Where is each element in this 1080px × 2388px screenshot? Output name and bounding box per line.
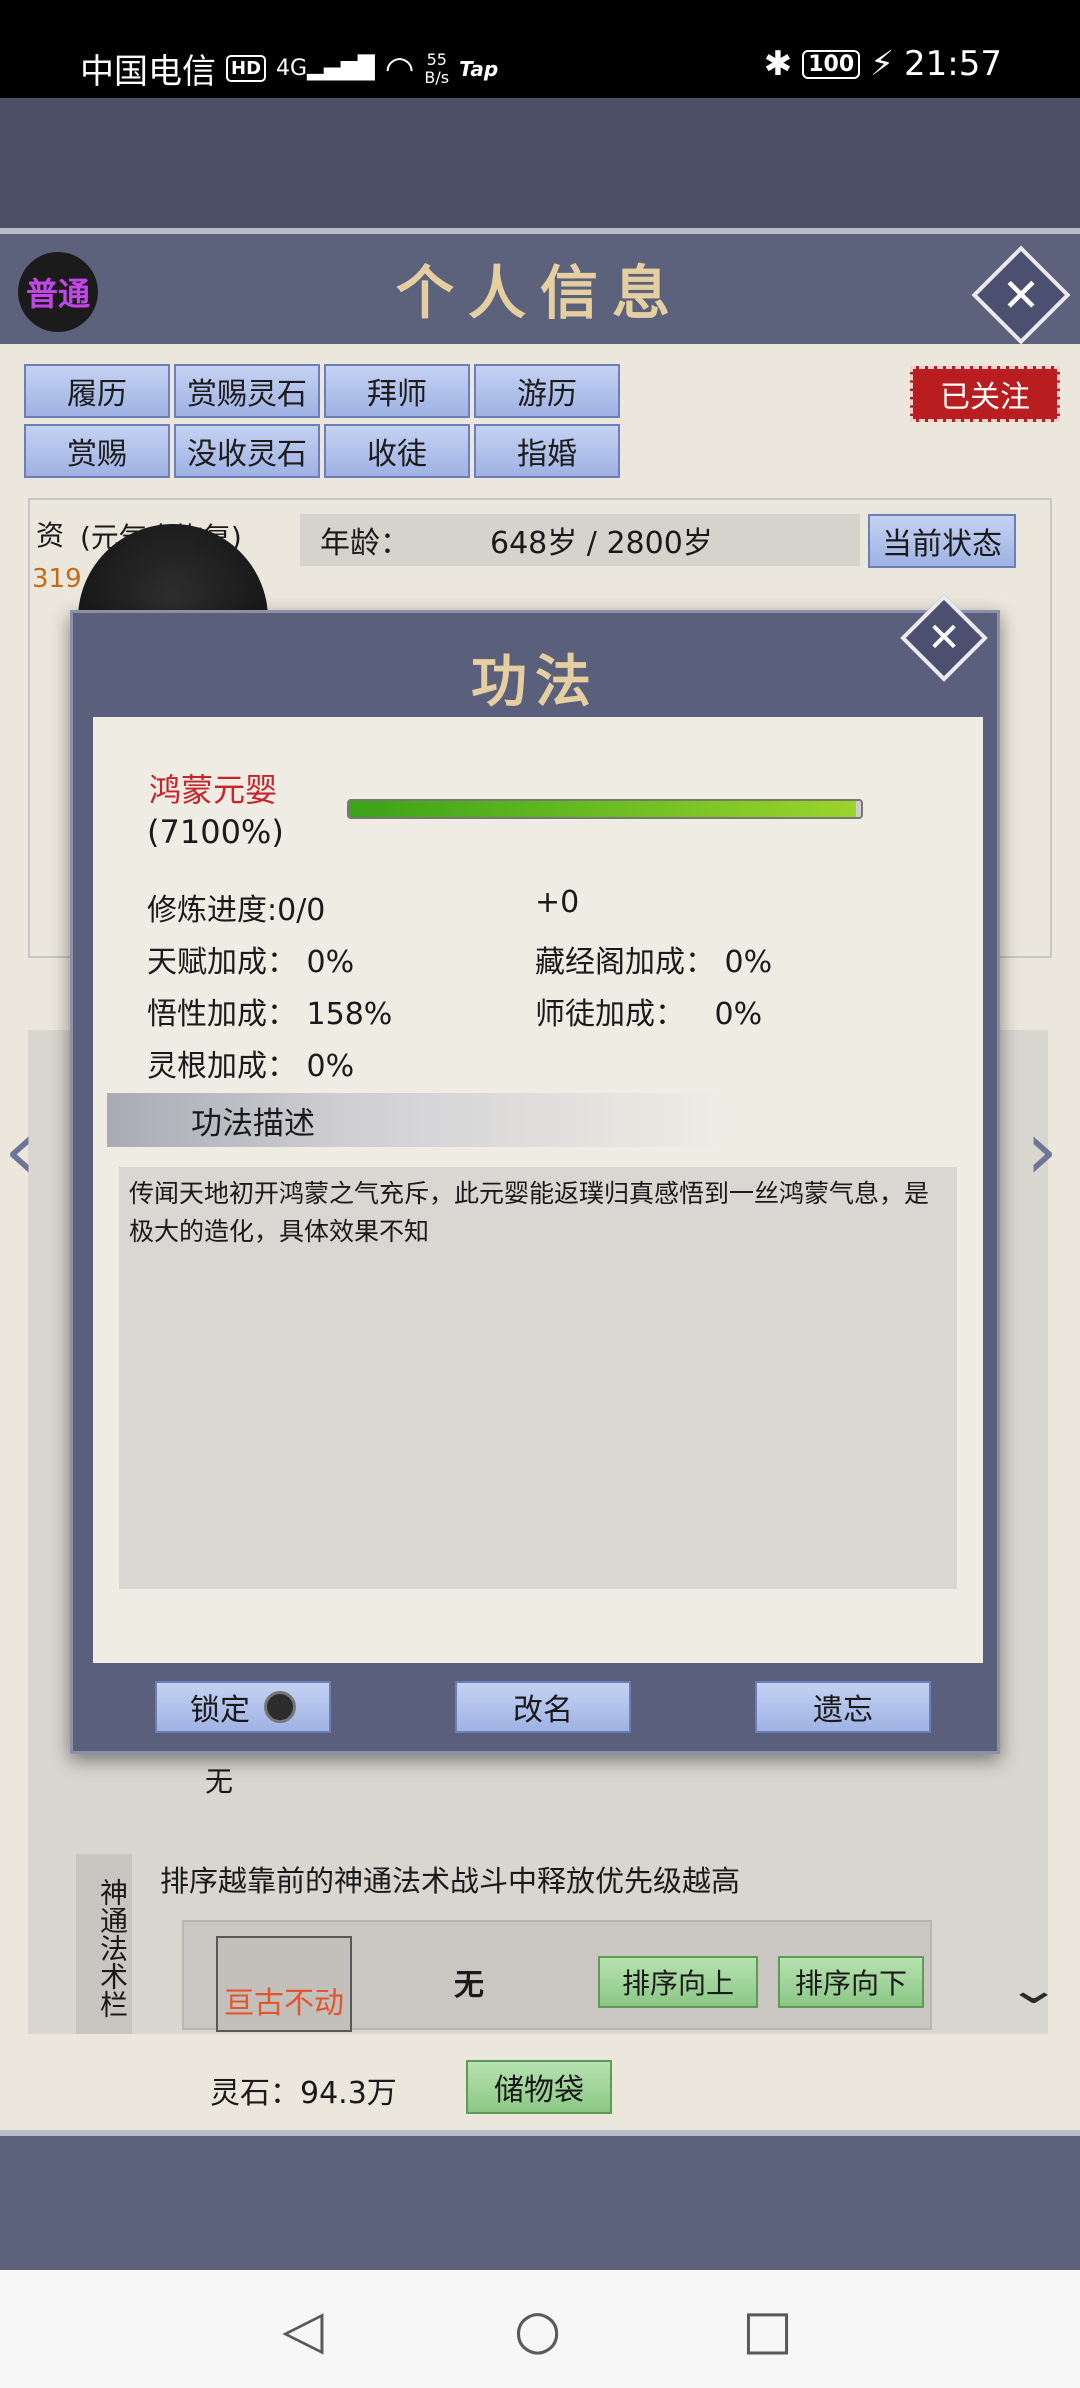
skill-percent: (7100%) <box>147 813 284 851</box>
storage-bag-button[interactable]: 储物袋 <box>466 2060 612 2114</box>
age-label: 年龄： <box>320 526 410 561</box>
forget-button[interactable]: 遗忘 <box>755 1681 931 1733</box>
hd-icon: HD <box>226 55 267 82</box>
talent-value: 0% <box>306 945 355 980</box>
insight-label: 悟性加成： <box>147 997 297 1032</box>
skill-modal: 功法 ✕ 鸿蒙元婴 (7100%) 修炼进度:0/0 +0 天赋加成： 0% 藏… <box>70 594 1000 1754</box>
sort-up-button[interactable]: 排序向上 <box>598 1956 758 2008</box>
apprentice-to-button[interactable]: 拜师 <box>324 364 470 418</box>
bottom-band <box>0 2130 1080 2270</box>
age-row: 年龄： 648岁 / 2800岁 <box>300 514 860 566</box>
reward-button[interactable]: 赏赐 <box>24 424 170 478</box>
charging-icon: ⚡ <box>870 44 895 84</box>
arrange-marriage-button[interactable]: 指婚 <box>474 424 620 478</box>
lock-button[interactable]: 锁定 <box>155 1681 331 1733</box>
title-bar: 普通 个人信息 ✕ <box>0 228 1080 345</box>
home-icon[interactable]: ○ <box>514 2298 561 2361</box>
close-icon: ✕ <box>1001 268 1041 322</box>
library-value: 0% <box>724 945 773 980</box>
status-right: ✱ 100 ⚡ 21:57 <box>764 44 1002 84</box>
description-header: 功法描述 <box>107 1093 727 1147</box>
status-left: 中国电信 HD 4G▂▄▆█ ◠ 55 B/s Tap <box>80 44 498 93</box>
network-type: 4G <box>276 56 308 81</box>
page-title: 个人信息 <box>395 259 684 327</box>
app-tag: Tap <box>459 56 499 81</box>
speed-value: 55 <box>426 49 447 69</box>
speed-unit: B/s <box>424 67 450 87</box>
root-stat: 灵根加成： 0% <box>147 1041 354 1085</box>
talent-stat: 天赋加成： 0% <box>147 937 354 981</box>
resource-label: 资 <box>36 519 65 552</box>
followed-button[interactable]: 已关注 <box>910 366 1060 422</box>
mentor-value: 0% <box>714 997 763 1032</box>
library-stat: 藏经阁加成： 0% <box>535 937 772 981</box>
modal-title: 功法 <box>471 649 599 715</box>
current-status-button[interactable]: 当前状态 <box>868 514 1016 568</box>
bluetooth-icon: ✱ <box>763 44 793 84</box>
progress-label: 修炼进度: <box>147 893 278 928</box>
next-arrow-icon[interactable]: › <box>1026 1104 1058 1197</box>
modal-content: 鸿蒙元婴 (7100%) 修炼进度:0/0 +0 天赋加成： 0% 藏经阁加成：… <box>93 717 983 1663</box>
skill-progress-bar <box>347 799 863 819</box>
skill-name: 鸿蒙元婴 <box>149 771 278 809</box>
chevron-down-icon[interactable]: ⌄ <box>1005 1964 1061 2013</box>
close-icon: ✕ <box>927 615 961 661</box>
insight-value: 158% <box>306 997 393 1032</box>
age-value: 648岁 / 2800岁 <box>490 526 713 561</box>
spirit-stone-count: 灵石：94.3万 <box>210 2076 397 2111</box>
travel-button[interactable]: 游历 <box>474 364 620 418</box>
sort-tip: 排序越靠前的神通法术战斗中释放优先级越高 <box>160 1864 741 1898</box>
library-label: 藏经阁加成： <box>535 945 715 980</box>
lock-toggle-icon <box>264 1691 296 1723</box>
mentor-stat: 师徒加成： 0% <box>535 989 762 1033</box>
signal-icon: 4G▂▄▆█ <box>276 56 375 81</box>
resource-value: 319 <box>32 564 82 594</box>
take-disciple-button[interactable]: 收徒 <box>324 424 470 478</box>
description-box: 传闻天地初开鸿蒙之气充斥，此元婴能返璞归真感悟到一丝鸿蒙气息，是极大的造化，具体… <box>119 1167 957 1589</box>
navigation-bar: ◁ ○ □ <box>0 2270 1080 2388</box>
skill-progress-fill <box>349 801 856 817</box>
top-band <box>0 98 1080 228</box>
spell-tab[interactable]: 神通法术栏 <box>76 1854 132 2034</box>
back-icon[interactable]: ◁ <box>282 2298 324 2361</box>
prev-arrow-icon[interactable]: ‹ <box>4 1104 36 1197</box>
carrier-name: 中国电信 <box>80 52 216 92</box>
sort-down-button[interactable]: 排序向下 <box>778 1956 924 2008</box>
wifi-icon: ◠ <box>384 48 415 89</box>
recents-icon[interactable]: □ <box>742 2298 793 2361</box>
reward-stone-button[interactable]: 赏赐灵石 <box>174 364 320 418</box>
lock-label: 锁定 <box>190 1693 250 1728</box>
root-label: 灵根加成： <box>147 1049 297 1084</box>
plus-stat: +0 <box>535 885 580 920</box>
talent-label: 天赋加成： <box>147 945 297 980</box>
spell-slot-icon[interactable]: 亘古不动 <box>216 1936 352 2032</box>
mentor-label: 师徒加成： <box>535 997 685 1032</box>
progress-stat: 修炼进度:0/0 <box>147 885 325 929</box>
battery-icon: 100 <box>802 49 861 79</box>
rename-button[interactable]: 改名 <box>455 1681 631 1733</box>
network-speed: 55 B/s <box>424 49 450 87</box>
root-value: 0% <box>306 1049 355 1084</box>
clock: 21:57 <box>904 44 1002 84</box>
none-label: 无 <box>205 1765 234 1798</box>
history-button[interactable]: 履历 <box>24 364 170 418</box>
spell-slot-row: 亘古不动 无 排序向上 排序向下 <box>182 1920 932 2032</box>
spell-slot-name: 无 <box>454 1968 484 2003</box>
progress-value: 0/0 <box>277 893 326 928</box>
confiscate-stone-button[interactable]: 没收灵石 <box>174 424 320 478</box>
status-bar: 中国电信 HD 4G▂▄▆█ ◠ 55 B/s Tap ✱ 100 ⚡ 21:57 <box>0 0 1080 98</box>
insight-stat: 悟性加成： 158% <box>147 989 392 1033</box>
